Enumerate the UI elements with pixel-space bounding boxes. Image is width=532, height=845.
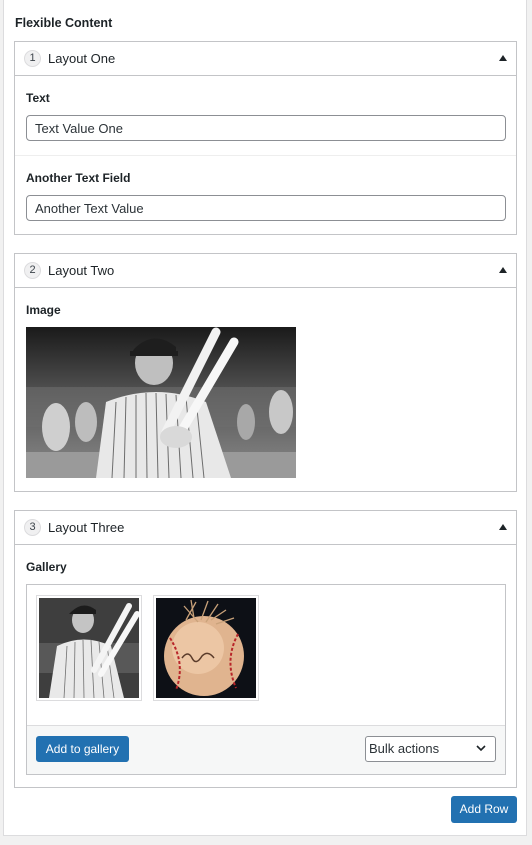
baseball-player-thumbnail (39, 598, 140, 699)
bulk-actions-select[interactable]: Bulk actions (365, 736, 496, 762)
gallery-field-label: Gallery (26, 560, 67, 574)
collapse-caret-icon[interactable] (499, 55, 507, 61)
gallery-toolbar: Add to gallery Bulk actions (27, 725, 505, 774)
flexible-content-label: Flexible Content (15, 16, 113, 30)
baseball-player-photo (26, 327, 296, 478)
layout-number-badge: 1 (24, 50, 41, 67)
layout-one: 1 Layout One Text Another Text Field (14, 41, 517, 235)
bulk-actions-value: Bulk actions (369, 741, 440, 756)
layout-two-header[interactable]: 2 Layout Two (15, 254, 516, 288)
layout-number-badge: 2 (24, 262, 41, 279)
baseball-ball-thumbnail (156, 598, 256, 698)
text-field-input[interactable] (26, 115, 506, 141)
add-row-button[interactable]: Add Row (451, 796, 517, 823)
collapse-caret-icon[interactable] (499, 524, 507, 530)
layout-two: 2 Layout Two Image (14, 253, 517, 492)
image-preview[interactable] (26, 327, 296, 478)
field-divider (15, 155, 516, 156)
add-to-gallery-button[interactable]: Add to gallery (36, 736, 129, 762)
collapse-caret-icon[interactable] (499, 267, 507, 273)
layout-number-badge: 3 (24, 519, 41, 536)
layout-three: 3 Layout Three Gallery Add to gallery Bu… (14, 510, 517, 788)
layout-title: Layout Two (48, 263, 115, 278)
layout-three-header[interactable]: 3 Layout Three (15, 511, 516, 545)
layout-title: Layout One (48, 51, 116, 66)
another-text-field-label: Another Text Field (26, 171, 131, 185)
text-field-label: Text (26, 91, 50, 105)
flexible-content-panel: Flexible Content 1 Layout One Text Anoth… (3, 0, 527, 836)
layout-title: Layout Three (48, 520, 125, 535)
chevron-down-icon (476, 745, 486, 752)
another-text-field-input[interactable] (26, 195, 506, 221)
image-field-label: Image (26, 303, 61, 317)
gallery-container: Add to gallery Bulk actions (26, 584, 506, 775)
gallery-thumbnail[interactable] (153, 595, 259, 701)
layout-one-header[interactable]: 1 Layout One (15, 42, 516, 76)
gallery-thumbnail[interactable] (36, 595, 142, 701)
